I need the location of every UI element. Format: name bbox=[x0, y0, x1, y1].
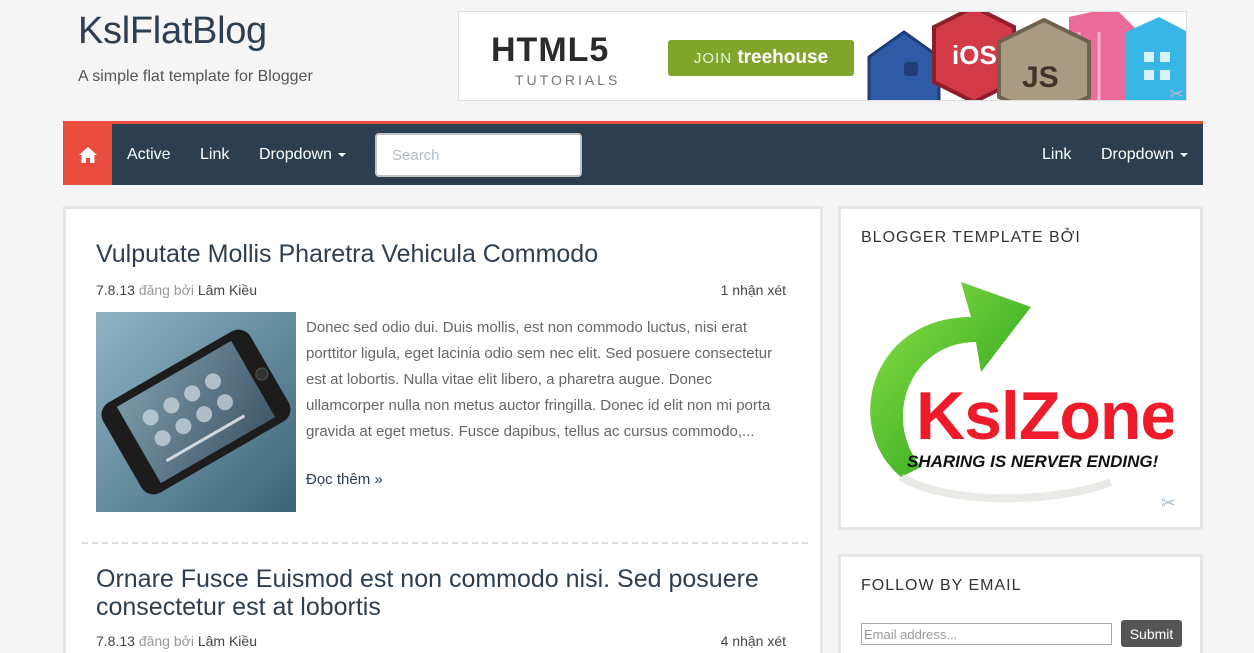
read-more-link[interactable]: Đọc thêm » bbox=[306, 471, 383, 488]
site-title[interactable]: KslFlatBlog bbox=[78, 10, 267, 53]
post-excerpt: Donec sed odio dui. Duis mollis, est non… bbox=[306, 319, 773, 440]
kslzone-logo[interactable]: KslZone SHARING IS NERVER ENDING! bbox=[861, 277, 1173, 507]
join-treehouse-button[interactable]: JOIN treehouse bbox=[668, 40, 854, 76]
ios-badge-label: iOS bbox=[952, 40, 997, 70]
join-prefix: JOIN bbox=[693, 50, 733, 67]
ad-banner[interactable]: HTML5 TUTORIALS JOIN treehouse iOS JS ✂ bbox=[458, 11, 1187, 101]
post-meta: 7.8.13 đăng bởi Lâm Kiều bbox=[96, 282, 257, 298]
search-input[interactable] bbox=[375, 133, 582, 177]
caret-down-icon bbox=[1179, 152, 1188, 157]
js-badge-label: JS bbox=[1022, 61, 1059, 94]
nav-item-link[interactable]: Link bbox=[200, 124, 229, 185]
post-title[interactable]: Vulputate Mollis Pharetra Vehicula Commo… bbox=[96, 240, 598, 268]
post-meta: 7.8.13 đăng bởi Lâm Kiều bbox=[96, 633, 257, 649]
post-author-link[interactable]: Lâm Kiều bbox=[198, 633, 257, 649]
post-thumbnail[interactable] bbox=[96, 312, 296, 512]
nav-dropdown-label: Dropdown bbox=[259, 146, 332, 163]
site-description: A simple flat template for Blogger bbox=[78, 68, 313, 85]
nav-item-dropdown[interactable]: Dropdown bbox=[259, 124, 346, 185]
post-author-link[interactable]: Lâm Kiều bbox=[198, 282, 257, 298]
widget-title: Follow by Email bbox=[861, 577, 1022, 594]
home-icon bbox=[78, 146, 97, 163]
post-comments-link[interactable]: 4 nhận xét bbox=[721, 633, 786, 649]
banner-badges: iOS JS bbox=[867, 12, 1186, 100]
banner-headline: HTML5 bbox=[491, 31, 610, 69]
nav-item-active[interactable]: Active bbox=[127, 124, 171, 185]
caret-down-icon bbox=[337, 152, 346, 157]
nav-home-button[interactable] bbox=[63, 124, 112, 185]
submit-button[interactable]: Submit bbox=[1121, 620, 1182, 647]
join-brand: treehouse bbox=[737, 47, 829, 68]
edit-wrench-icon[interactable]: ✂ bbox=[1169, 84, 1184, 100]
template-credit-widget: Blogger Template Bởi KslZone SHARING IS … bbox=[838, 206, 1203, 530]
post-divider bbox=[82, 542, 808, 544]
nav-item-right-link[interactable]: Link bbox=[1042, 124, 1071, 185]
edit-wrench-icon[interactable]: ✂ bbox=[1161, 493, 1176, 514]
nav-right-dropdown-label: Dropdown bbox=[1101, 146, 1174, 163]
nav-item-right-dropdown[interactable]: Dropdown bbox=[1101, 124, 1188, 185]
follow-by-email-widget: Follow by Email Submit bbox=[838, 554, 1203, 653]
logo-text: KslZone bbox=[916, 378, 1173, 454]
phone-image bbox=[96, 312, 296, 512]
post-date[interactable]: 7.8.13 bbox=[96, 282, 135, 298]
posted-by-label: đăng bởi bbox=[138, 633, 194, 649]
main-content: Vulputate Mollis Pharetra Vehicula Commo… bbox=[63, 206, 823, 653]
main-navbar: Active Link Dropdown Link Dropdown bbox=[63, 121, 1203, 185]
banner-subline: TUTORIALS bbox=[515, 72, 621, 88]
posted-by-label: đăng bởi bbox=[138, 282, 194, 298]
widget-title: Blogger Template Bởi bbox=[861, 229, 1081, 246]
post-comments-link[interactable]: 1 nhận xét bbox=[721, 282, 786, 298]
email-field[interactable] bbox=[861, 623, 1112, 645]
post-date[interactable]: 7.8.13 bbox=[96, 633, 135, 649]
post-title[interactable]: Ornare Fusce Euismod est non commodo nis… bbox=[96, 565, 796, 621]
logo-tagline: SHARING IS NERVER ENDING! bbox=[907, 452, 1159, 471]
